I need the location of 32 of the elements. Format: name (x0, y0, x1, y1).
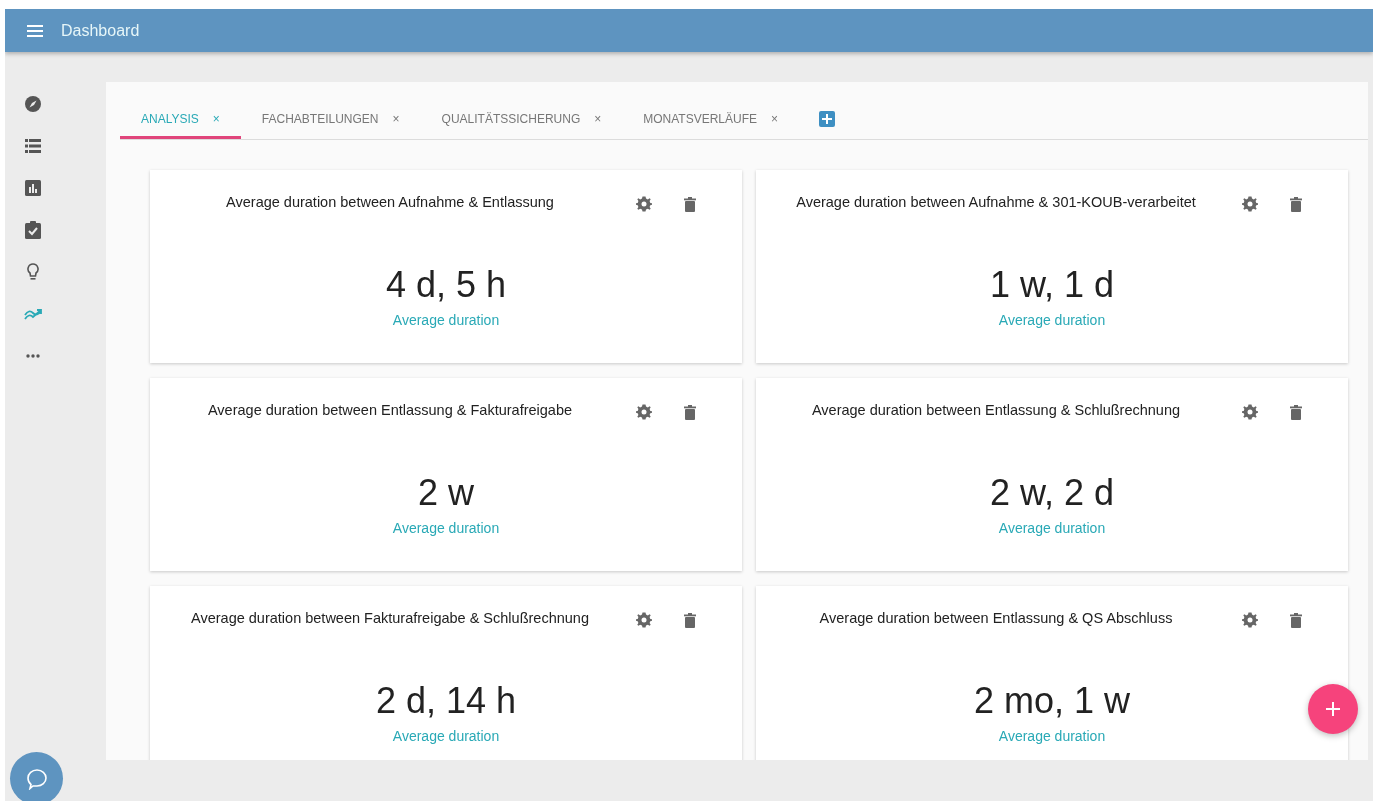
widget-title: Average duration between Entlassung & Fakturafreigabe (206, 402, 574, 418)
tab[interactable]: QUALITÄTSSICHERUNG × (420, 98, 623, 139)
value-caption: Average duration (392, 520, 500, 536)
close-icon[interactable]: × (594, 111, 602, 126)
widget-title: Average duration between Aufnahme & 301-KOUB-verarbeitet (795, 194, 1197, 210)
duration-value: 2 d, 14 h (375, 680, 517, 722)
duration-value: 2 w, 2 d (989, 472, 1115, 514)
close-icon[interactable]: × (771, 111, 779, 126)
close-icon[interactable]: × (392, 111, 400, 126)
close-icon[interactable]: × (212, 111, 220, 126)
tab[interactable]: MONATSVERLÄUFE × (622, 98, 800, 139)
value-caption: Average duration (392, 728, 500, 744)
speech-bubble-icon (25, 767, 48, 790)
duration-value: 2 mo, 1 w (973, 680, 1131, 722)
value-caption: Average duration (392, 312, 500, 328)
tab[interactable]: ANALYSIS × (120, 98, 241, 139)
value-caption: Average duration (998, 312, 1106, 328)
plus-icon (1326, 702, 1340, 716)
app-title: Dashboard (61, 21, 140, 40)
widget-title: Average duration between Fakturafreigabe & Schlußrechnung (190, 610, 590, 626)
duration-value: 4 d, 5 h (385, 264, 507, 306)
widget-title: Average duration between Entlassung & QS Abschluss (818, 610, 1174, 626)
tab[interactable]: FACHABTEILUNGEN × (240, 98, 421, 139)
value-caption: Average duration (998, 520, 1106, 536)
add-tab-button[interactable] (819, 110, 836, 127)
widget-title: Average duration between Entlassung & Schlußrechnung (810, 402, 1182, 418)
menu-icon[interactable] (27, 24, 43, 37)
duration-value: 1 w, 1 d (989, 264, 1115, 306)
value-caption: Average duration (998, 728, 1106, 744)
chat-button[interactable] (10, 752, 63, 801)
duration-value: 2 w (418, 472, 474, 514)
widget-title: Average duration between Aufnahme & Entlassung (225, 194, 555, 210)
